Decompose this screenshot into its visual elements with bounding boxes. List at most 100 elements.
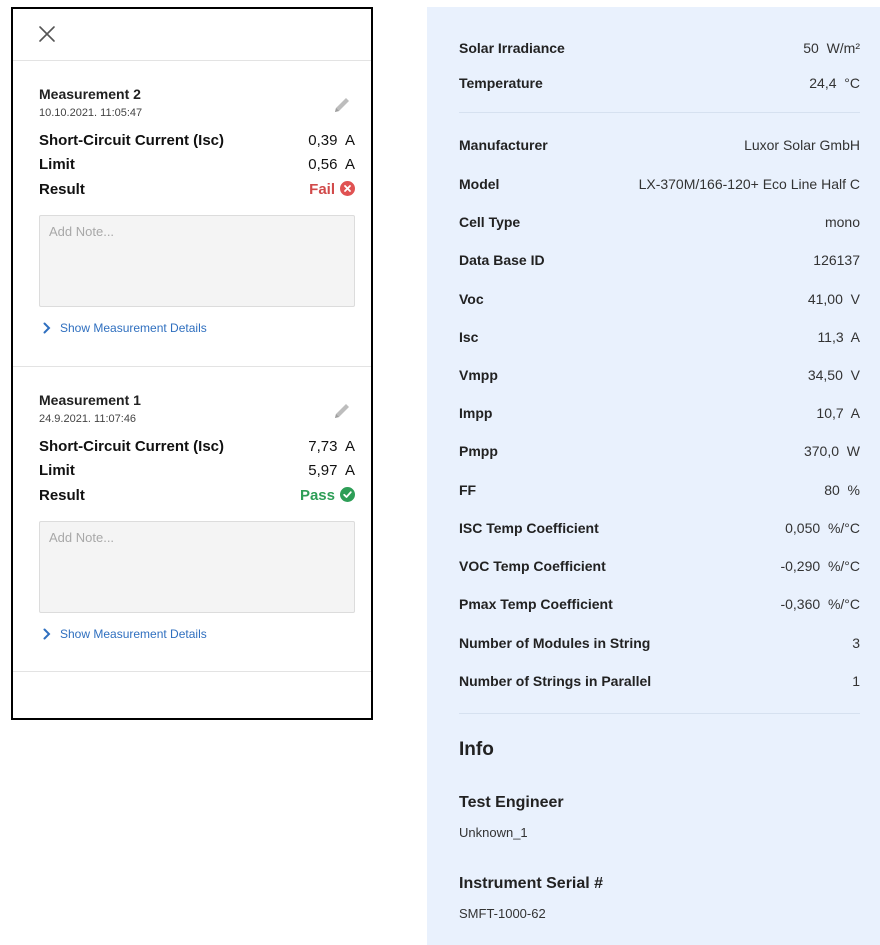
spec-row-solar-irradiance: Solar Irradiance 50 W/m² (459, 40, 860, 60)
show-details-link[interactable]: Show Measurement Details (43, 627, 207, 641)
spec-value: 50 W/m² (803, 40, 860, 56)
limit-row: Limit 5,97 A (39, 462, 355, 482)
isc-value: 7,73 A (308, 438, 355, 455)
result-label: Result (39, 487, 85, 504)
details-panel: Solar Irradiance 50 W/m² Temperature 24,… (427, 7, 880, 945)
spec-value: 3 (852, 635, 860, 651)
spec-label: Manufacturer (459, 137, 548, 153)
spec-value: 24,4 °C (809, 75, 860, 91)
result-row: Result Pass (39, 487, 355, 507)
note-input[interactable] (39, 521, 355, 613)
spec-row-ff: FF 80 % (459, 482, 860, 502)
spec-row-strings-in-parallel: Number of Strings in Parallel 1 (459, 673, 860, 693)
measurements-panel: Measurement 2 10.10.2021. 11:05:47 Short… (11, 7, 373, 720)
pencil-icon[interactable] (331, 400, 353, 422)
result-value: Fail (309, 181, 335, 198)
isc-value: 0,39 A (308, 132, 355, 149)
spec-label: Pmax Temp Coefficient (459, 596, 613, 612)
spec-row-voc: Voc 41,00 V (459, 291, 860, 311)
spec-label: Cell Type (459, 214, 521, 230)
note-input[interactable] (39, 215, 355, 307)
result-status: Fail (309, 181, 355, 198)
spec-value: mono (824, 214, 860, 230)
panel-header (13, 9, 371, 61)
measurement-title: Measurement 1 (39, 392, 141, 408)
chevron-right-icon (43, 628, 51, 640)
limit-label: Limit (39, 462, 75, 479)
spec-value: LX-370M/166-120+ Eco Line Half C (638, 176, 860, 192)
measurement-title: Measurement 2 (39, 86, 141, 102)
result-row: Result Fail (39, 181, 355, 201)
limit-row: Limit 0,56 A (39, 156, 355, 176)
spec-row-temperature: Temperature 24,4 °C (459, 75, 860, 95)
spec-row-pmpp: Pmpp 370,0 W (459, 443, 860, 463)
check-circle-icon (340, 487, 355, 502)
show-details-label: Show Measurement Details (60, 627, 207, 641)
spec-row-manufacturer: Manufacturer Luxor Solar GmbH (459, 137, 860, 157)
pencil-icon[interactable] (331, 94, 353, 116)
isc-row: Short-Circuit Current (Isc) 0,39 A (39, 132, 355, 152)
limit-value: 0,56 A (308, 156, 355, 173)
spec-value: Luxor Solar GmbH (744, 137, 860, 153)
spec-value: 126137 (813, 252, 860, 268)
measurement-card: Measurement 2 10.10.2021. 11:05:47 Short… (13, 61, 371, 367)
spec-row-cell-type: Cell Type mono (459, 214, 860, 234)
show-details-link[interactable]: Show Measurement Details (43, 321, 207, 335)
spec-value: 10,7 A (816, 405, 860, 421)
spec-row-voc-temp-coefficient: VOC Temp Coefficient -0,290 %/°C (459, 558, 860, 578)
x-circle-icon (340, 181, 355, 196)
spec-label: Isc (459, 329, 479, 345)
spec-row-database-id: Data Base ID 126137 (459, 252, 860, 272)
spec-label: Voc (459, 291, 484, 307)
spec-label: Data Base ID (459, 252, 545, 268)
instrument-serial-value: SMFT-1000-62 (459, 906, 546, 921)
result-status: Pass (300, 487, 355, 504)
spec-label: ISC Temp Coefficient (459, 520, 599, 536)
spec-value: 0,050 %/°C (785, 520, 860, 536)
spec-label: Model (459, 176, 500, 192)
limit-value: 5,97 A (308, 462, 355, 479)
spec-label: FF (459, 482, 477, 498)
spec-row-impp: Impp 10,7 A (459, 405, 860, 425)
measurement-date: 10.10.2021. 11:05:47 (39, 107, 143, 119)
spec-row-pmax-temp-coefficient: Pmax Temp Coefficient -0,360 %/°C (459, 596, 860, 616)
limit-label: Limit (39, 156, 75, 173)
test-engineer-label: Test Engineer (459, 794, 564, 811)
spec-row-model: Model LX-370M/166-120+ Eco Line Half C (459, 176, 860, 196)
spec-row-modules-in-string: Number of Modules in String 3 (459, 635, 860, 655)
spec-row-isc: Isc 11,3 A (459, 329, 860, 349)
test-engineer-value: Unknown_1 (459, 825, 528, 840)
info-heading: Info (459, 739, 494, 760)
isc-label: Short-Circuit Current (Isc) (39, 132, 225, 149)
spec-label: Solar Irradiance (459, 40, 565, 56)
close-icon[interactable] (38, 25, 56, 43)
measurement-card: Measurement 1 24.9.2021. 11:07:46 Short-… (13, 367, 371, 672)
spec-label: Number of Modules in String (459, 635, 651, 651)
spec-value: 1 (852, 673, 860, 689)
instrument-serial-label: Instrument Serial # (459, 875, 604, 892)
spec-row-vmpp: Vmpp 34,50 V (459, 367, 860, 387)
show-details-label: Show Measurement Details (60, 321, 207, 335)
spec-label: VOC Temp Coefficient (459, 558, 606, 574)
spec-value: 34,50 V (807, 367, 860, 383)
spec-label: Impp (459, 405, 493, 421)
spec-value: 370,0 W (803, 443, 860, 459)
spec-label: Temperature (459, 75, 543, 91)
spec-value: 11,3 A (817, 329, 860, 345)
spec-value: 80 % (824, 482, 860, 498)
result-value: Pass (299, 487, 335, 504)
spec-value: -0,290 %/°C (780, 558, 860, 574)
spec-label: Pmpp (459, 443, 498, 459)
isc-row: Short-Circuit Current (Isc) 7,73 A (39, 438, 355, 458)
spec-label: Number of Strings in Parallel (459, 673, 652, 689)
section-divider (459, 713, 860, 714)
spec-value: -0,360 %/°C (780, 596, 860, 612)
isc-label: Short-Circuit Current (Isc) (39, 438, 225, 455)
section-divider (459, 112, 860, 113)
result-label: Result (39, 181, 85, 198)
chevron-right-icon (43, 322, 51, 334)
measurement-date: 24.9.2021. 11:07:46 (39, 413, 137, 425)
spec-value: 41,00 V (807, 291, 860, 307)
spec-label: Vmpp (459, 367, 498, 383)
spec-row-isc-temp-coefficient: ISC Temp Coefficient 0,050 %/°C (459, 520, 860, 540)
